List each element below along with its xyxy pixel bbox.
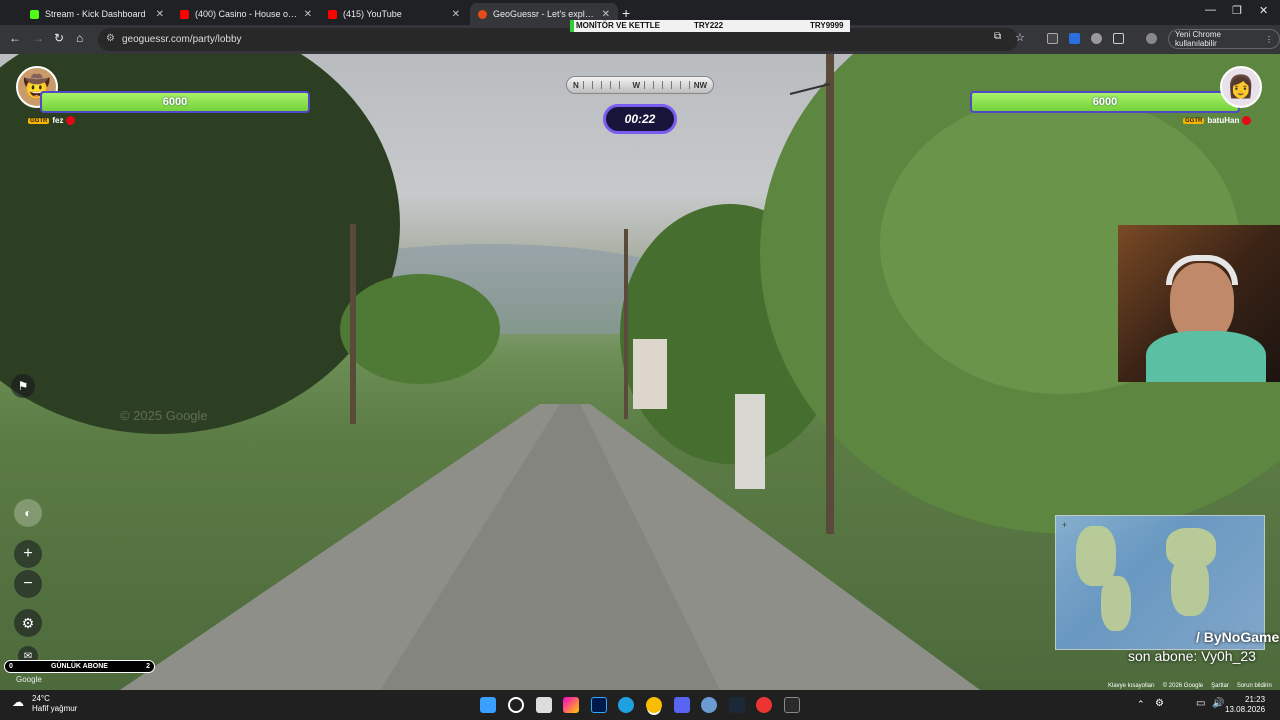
url-text: geoguessr.com/party/lobby (122, 34, 242, 45)
reload-icon[interactable]: ↻ (54, 31, 64, 45)
compass: N W NW (566, 76, 714, 94)
ticker-item: TRY9999 (810, 21, 844, 30)
geoguessr-icon (478, 9, 487, 19)
back-icon[interactable]: ← (9, 31, 21, 45)
new-tab-button[interactable]: + (622, 5, 630, 21)
report-icon[interactable]: ⚑ (11, 374, 35, 398)
extension-icon[interactable] (1069, 33, 1080, 44)
player-right-label: GGTR batuHan (1183, 116, 1252, 125)
menu-icon[interactable]: ⋮ (1265, 35, 1273, 44)
ticker-item: TRY222 (694, 21, 724, 30)
youtube-icon (328, 9, 337, 19)
turkey-flag-icon (1242, 116, 1252, 125)
close-icon[interactable]: ✕ (602, 9, 610, 20)
kick-icon (30, 9, 39, 19)
tab-casino[interactable]: (400) Casino - House of the Ri ✕ (172, 3, 320, 25)
map-landmass (1171, 556, 1209, 616)
google-logo: Google (16, 675, 42, 684)
zoom-in-button[interactable]: + (14, 540, 42, 568)
headphones (1166, 255, 1238, 285)
close-window-button[interactable]: ✕ (1259, 4, 1268, 17)
youtube-icon (180, 9, 189, 19)
task-view-icon[interactable] (536, 697, 552, 713)
zoom-out-button[interactable]: − (14, 570, 42, 598)
daily-sub-counter: 0 GÜNLÜK ABONE 2 (4, 660, 155, 673)
address-bar[interactable]: ⚙ geoguessr.com/party/lobby (98, 28, 1018, 51)
tab-youtube[interactable]: (415) YouTube ✕ (320, 3, 468, 25)
epic-games-icon[interactable] (784, 697, 800, 713)
extension-icon[interactable] (1047, 33, 1058, 44)
shield-icon[interactable] (1091, 33, 1102, 44)
search-icon[interactable] (508, 697, 524, 713)
steam-icon[interactable] (729, 697, 745, 713)
app-icon[interactable] (701, 697, 717, 713)
map-expand-icon[interactable]: + (1062, 520, 1067, 530)
compass-rose-icon[interactable]: ◐ (14, 499, 42, 527)
tab-kick[interactable]: Stream - Kick Dashboard ✕ (22, 3, 172, 25)
streamer-shirt (1146, 331, 1266, 382)
maximize-button[interactable]: ❐ (1232, 4, 1242, 17)
profile-avatar[interactable] (1146, 33, 1157, 44)
sponsor-overlay: / ByNoGame (1196, 629, 1280, 645)
wifi-icon[interactable]: ▭ (1196, 698, 1205, 709)
start-icon[interactable] (480, 697, 496, 713)
app-icon[interactable] (756, 697, 772, 713)
rain-cloud-icon: ☁ (12, 695, 24, 709)
copyright-watermark: © 2025 Google (120, 408, 208, 423)
extensions-puzzle-icon[interactable] (1113, 33, 1124, 44)
site-info-icon[interactable]: ⚙ (106, 33, 115, 44)
player-right-health-bar: 6000 (970, 91, 1240, 113)
close-icon[interactable]: ✕ (304, 9, 312, 20)
windows-taskbar: ☁ 24°C Hafif yağmur ⌃ ⚙ ▭ 🔊 21:23 13.08.… (0, 690, 1280, 720)
minimize-button[interactable]: — (1205, 4, 1216, 16)
compass-ticks (582, 81, 629, 89)
settings-gear-icon[interactable]: ⚙ (14, 609, 42, 637)
compass-ticks (644, 81, 690, 89)
copilot-icon[interactable] (563, 697, 579, 713)
map-landmass (1101, 576, 1131, 631)
discord-icon[interactable] (674, 697, 690, 713)
turkey-flag-icon (66, 116, 76, 125)
tray-icon[interactable]: ⚙ (1155, 698, 1164, 709)
home-icon[interactable]: ⌂ (76, 31, 83, 45)
round-timer: 00:22 (603, 104, 677, 134)
close-icon[interactable]: ✕ (452, 9, 460, 20)
chevron-up-icon[interactable]: ⌃ (1137, 699, 1145, 710)
forward-icon[interactable]: → (32, 31, 44, 45)
stream-ticker: MONİTÖR VE KETTLE TRY222 TRY9999 (570, 20, 850, 32)
player-left-health-bar: 6000 (40, 91, 310, 113)
install-icon[interactable]: ⧉ (994, 31, 1001, 42)
edge-icon[interactable] (618, 697, 634, 713)
volume-icon[interactable]: 🔊 (1212, 698, 1224, 709)
ticker-accent (570, 20, 574, 32)
close-icon[interactable]: ✕ (156, 9, 164, 20)
map-footer: Klavye kısayolları © 2026 Google Şartlar… (1108, 683, 1272, 689)
player-left-label: GGTR fez (28, 116, 76, 125)
system-clock[interactable]: 21:23 13.08.2026 (1225, 695, 1265, 715)
streamer-webcam (1118, 225, 1280, 382)
chrome-update-button[interactable]: Yeni Chrome kullanılabilir ⋮ (1168, 29, 1280, 49)
street-view-panorama[interactable]: 🤠 6000 GGTR fez 6000 👩 GGTR batuHan N W … (0, 54, 1280, 690)
photoshop-icon[interactable] (591, 697, 607, 713)
chrome-icon[interactable] (646, 697, 662, 713)
bookmark-icon[interactable]: ☆ (1015, 31, 1025, 44)
player-right-avatar: 👩 (1220, 66, 1262, 108)
ticker-item: MONİTÖR VE KETTLE (576, 21, 660, 30)
last-sub-overlay: son abone: Vy0h_23 (1128, 648, 1256, 664)
weather-widget[interactable]: ☁ 24°C Hafif yağmur (12, 694, 77, 714)
